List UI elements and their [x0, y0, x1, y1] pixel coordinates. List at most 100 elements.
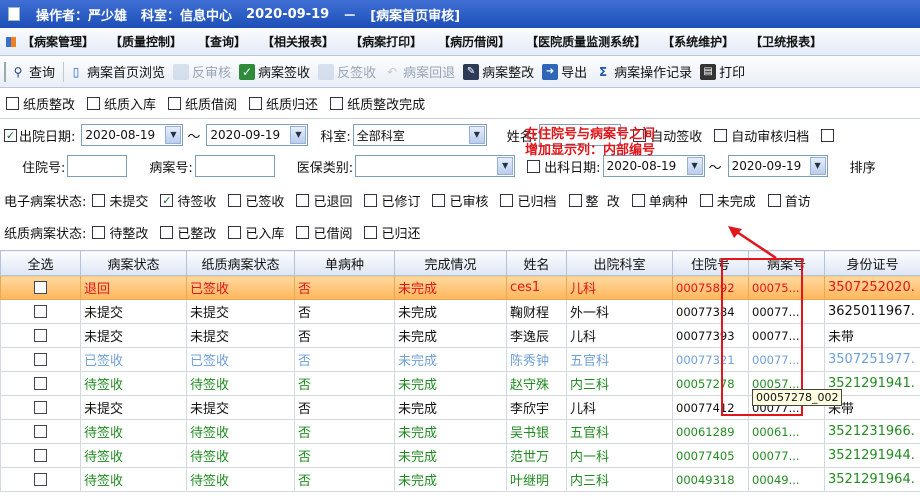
discharge-date-checkbox[interactable]: ✓ — [4, 128, 17, 142]
col-discharge-dept[interactable]: 出院科室 — [566, 250, 673, 276]
p-status-checkbox-stored[interactable] — [228, 225, 242, 239]
menu-quality-control[interactable]: 【质量控制】 — [110, 33, 182, 50]
cell-single-disease[interactable]: 否 — [294, 395, 395, 420]
cell-name[interactable]: 李欣宇 — [506, 395, 567, 420]
e-status-checkbox-archived[interactable] — [500, 193, 514, 207]
cell-paper-status[interactable]: 待签收 — [186, 467, 295, 492]
cell-single-disease[interactable]: 否 — [294, 275, 395, 300]
cell-discharge-dept[interactable]: 五官科 — [566, 419, 673, 444]
cell-name[interactable]: 吴书银 — [506, 419, 567, 444]
chevron-down-icon[interactable]: ▼ — [165, 126, 182, 144]
paper-borrow-checkbox[interactable] — [168, 96, 182, 110]
cell-name[interactable]: 鞠财程 — [506, 299, 567, 324]
cell-case-status[interactable]: 未提交 — [80, 299, 187, 324]
cell-name[interactable]: 陈秀钟 — [506, 347, 567, 372]
menu-reports[interactable]: 【相关报表】 — [262, 33, 334, 50]
chevron-down-icon[interactable]: ▼ — [497, 157, 514, 175]
cell-paper-status[interactable]: 待签收 — [186, 419, 295, 444]
cell-id-number[interactable]: 3521291964. — [824, 467, 920, 492]
cell-id-number[interactable]: 3507252020. — [824, 275, 920, 300]
row-checkbox[interactable] — [34, 473, 47, 486]
cell-paper-status[interactable]: 未提交 — [186, 299, 295, 324]
cell-completion[interactable]: 未完成 — [394, 371, 507, 396]
cell-case-status[interactable]: 退回 — [80, 275, 187, 300]
p-status-checkbox-returned[interactable] — [364, 225, 378, 239]
rectify-button[interactable]: ✎ 病案整改 — [463, 62, 534, 81]
cell-discharge-dept[interactable]: 内三科 — [566, 371, 673, 396]
browse-homepage-button[interactable]: ▯ 病案首页浏览 — [68, 62, 165, 82]
col-paper-status[interactable]: 纸质病案状态 — [186, 250, 295, 276]
p-status-checkbox-rectified[interactable] — [160, 225, 174, 239]
out-date-checkbox[interactable] — [527, 159, 541, 173]
menu-quality-monitor[interactable]: 【医院质量监测系统】 — [526, 33, 646, 50]
e-status-checkbox-incomplete[interactable] — [699, 193, 713, 207]
cell-case-status[interactable]: 待签收 — [80, 419, 187, 444]
cell-paper-status[interactable]: 已签收 — [186, 347, 295, 372]
menu-print[interactable]: 【病案打印】 — [350, 33, 422, 50]
cell-completion[interactable]: 未完成 — [394, 467, 507, 492]
cell-paper-status[interactable]: 待签收 — [186, 371, 295, 396]
cell-completion[interactable]: 未完成 — [394, 395, 507, 420]
e-status-checkbox-returned[interactable] — [296, 193, 310, 207]
table-row[interactable]: 待签收 待签收否未完成 叶继明 内三科 00049318 00049... 35212919… — [0, 467, 920, 492]
cell-discharge-dept[interactable]: 五官科 — [566, 347, 673, 372]
menu-case-management[interactable]: 【病案管理】 — [22, 33, 94, 50]
chevron-down-icon[interactable]: ▼ — [468, 126, 485, 144]
cell-completion[interactable]: 未完成 — [394, 443, 507, 468]
dept-select[interactable]: 全部科室 ▼ — [352, 124, 487, 146]
menu-borrow[interactable]: 【病历借阅】 — [438, 33, 510, 50]
cell-inpatient-no[interactable]: 00061289 — [672, 419, 749, 444]
row-checkbox[interactable] — [34, 449, 47, 462]
cell-paper-status[interactable]: 未提交 — [186, 395, 295, 420]
e-status-checkbox-revised[interactable] — [364, 193, 378, 207]
cell-inpatient-no[interactable]: 00049318 — [672, 467, 749, 492]
cell-discharge-dept[interactable]: 内一科 — [566, 443, 673, 468]
cell-completion[interactable]: 未完成 — [394, 419, 507, 444]
p-status-checkbox-to-rectify[interactable] — [92, 225, 106, 239]
cell-discharge-dept[interactable]: 外一科 — [566, 299, 673, 324]
cell-case-status[interactable]: 待签收 — [80, 371, 187, 396]
cell-single-disease[interactable]: 否 — [294, 467, 395, 492]
col-single-disease[interactable]: 单病种 — [294, 250, 395, 276]
cell-name[interactable]: ces1 — [506, 275, 567, 300]
return-button[interactable]: ↶ 病案回退 — [384, 62, 455, 82]
print-button[interactable]: ▤ 打印 — [700, 62, 745, 81]
row-checkbox[interactable] — [34, 329, 47, 342]
cell-case-status[interactable]: 待签收 — [80, 443, 187, 468]
menu-system[interactable]: 【系统维护】 — [662, 33, 734, 50]
table-row[interactable]: 待签收 待签收否未完成 吴书银 五官科 00061289 00061... 35212319… — [0, 419, 920, 444]
cell-case-status[interactable]: 已签收 — [80, 347, 187, 372]
query-button[interactable]: ⚲ 查询 — [10, 62, 55, 82]
record-no-input[interactable] — [194, 155, 275, 177]
out-date-to[interactable]: 2020-09-19 ▼ — [727, 155, 828, 177]
cell-name[interactable]: 范世万 — [506, 443, 567, 468]
cell-discharge-dept[interactable]: 儿科 — [566, 275, 673, 300]
chevron-down-icon[interactable]: ▼ — [809, 157, 826, 175]
cell-single-disease[interactable]: 否 — [294, 443, 395, 468]
cell-completion[interactable]: 未完成 — [394, 275, 507, 300]
unreview-button[interactable]: 反审核 — [173, 62, 231, 81]
inpatient-no-input[interactable] — [67, 155, 128, 177]
row-checkbox[interactable] — [34, 377, 47, 390]
col-id-number[interactable]: 身份证号 — [824, 250, 920, 276]
cell-case-status[interactable]: 未提交 — [80, 395, 187, 420]
e-status-checkbox-signed[interactable] — [228, 193, 242, 207]
col-select-all[interactable]: 全选 — [0, 250, 81, 276]
e-status-checkbox-rectify[interactable] — [568, 193, 582, 207]
cell-record-no[interactable]: 00049... — [748, 467, 825, 492]
unsign-button[interactable]: 反签收 — [318, 62, 376, 81]
cell-id-number[interactable]: 3521231966. — [824, 419, 920, 444]
paper-rectify-checkbox[interactable] — [6, 96, 19, 110]
cell-inpatient-no[interactable]: 00077405 — [672, 443, 749, 468]
sign-receive-button[interactable]: ✓ 病案签收 — [239, 62, 310, 81]
p-status-checkbox-borrowed[interactable] — [296, 225, 310, 239]
cell-case-status[interactable]: 待签收 — [80, 467, 187, 492]
cell-record-no[interactable]: 00077... — [748, 443, 825, 468]
insurance-type-select[interactable]: ▼ — [355, 155, 516, 177]
cell-paper-status[interactable]: 已签收 — [186, 275, 295, 300]
paper-return-checkbox[interactable] — [249, 96, 263, 110]
cell-paper-status[interactable]: 未提交 — [186, 323, 295, 348]
col-case-status[interactable]: 病案状态 — [80, 250, 187, 276]
cell-single-disease[interactable]: 否 — [294, 323, 395, 348]
cell-case-status[interactable]: 未提交 — [80, 323, 187, 348]
